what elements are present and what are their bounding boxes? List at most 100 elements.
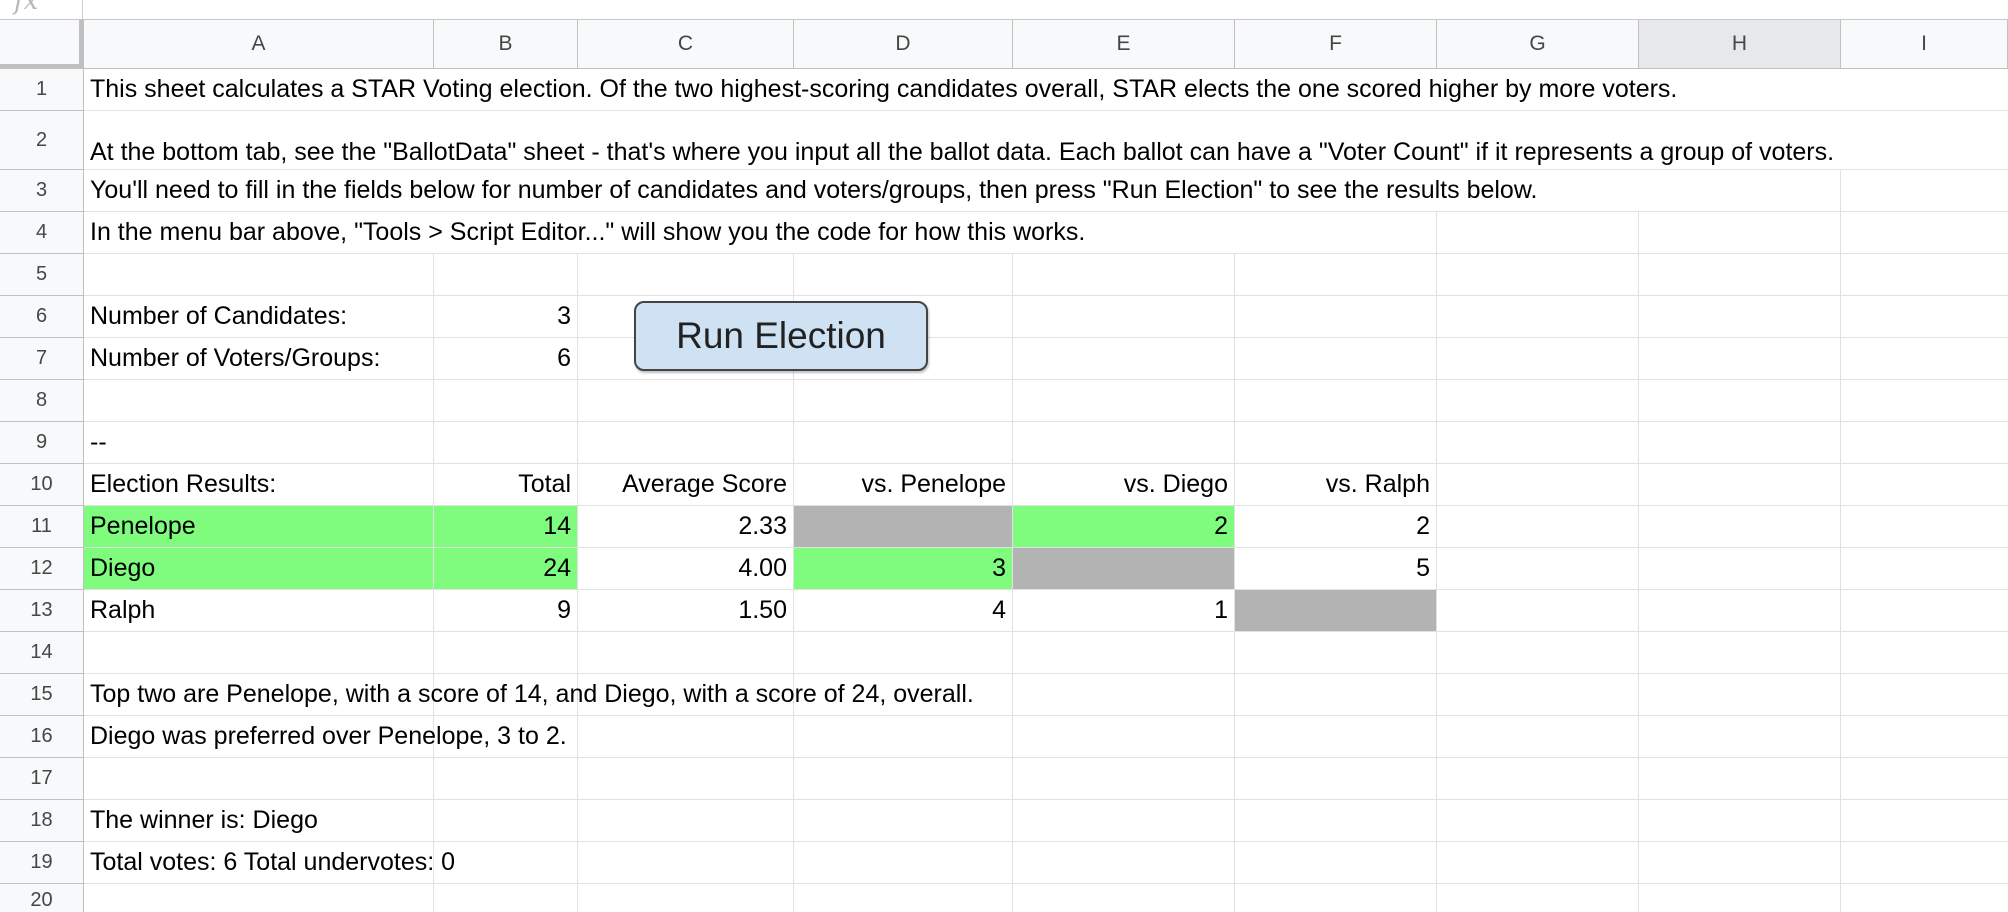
empty-cell[interactable] [1639, 716, 1841, 758]
results-header-vs-ralph[interactable]: vs. Ralph [1235, 464, 1437, 506]
empty-cell[interactable] [578, 254, 794, 296]
empty-cell[interactable] [1639, 674, 1841, 716]
row-header-3[interactable]: 3 [0, 170, 84, 212]
row-header-6[interactable]: 6 [0, 296, 84, 338]
empty-cell[interactable] [1639, 296, 1841, 338]
results-header-label[interactable]: Election Results: [84, 464, 434, 506]
empty-cell[interactable] [84, 884, 434, 912]
candidates-count-cell[interactable]: 3 [434, 296, 578, 338]
result-diego-vs-penelope[interactable]: 3 [794, 548, 1013, 590]
column-header-a[interactable]: A [84, 20, 434, 69]
cell-f4[interactable] [1235, 212, 1437, 254]
empty-cell[interactable] [1437, 506, 1639, 548]
empty-cell[interactable] [1841, 422, 2008, 464]
empty-cell[interactable] [1841, 338, 2008, 380]
column-header-e[interactable]: E [1013, 20, 1235, 69]
results-header-vs-diego[interactable]: vs. Diego [1013, 464, 1235, 506]
result-total-penelope[interactable]: 14 [434, 506, 578, 548]
empty-cell[interactable] [84, 758, 434, 800]
row-header-18[interactable]: 18 [0, 800, 84, 842]
empty-cell[interactable] [1639, 884, 1841, 912]
row-header-11[interactable]: 11 [0, 506, 84, 548]
empty-cell[interactable] [794, 800, 1013, 842]
summary-top-two[interactable]: Top two are Penelope, with a score of 14… [84, 674, 1235, 716]
result-average-ralph[interactable]: 1.50 [578, 590, 794, 632]
empty-cell[interactable] [1235, 842, 1437, 884]
cell-a2[interactable]: At the bottom tab, see the "BallotData" … [84, 111, 2008, 170]
row-header-15[interactable]: 15 [0, 674, 84, 716]
empty-cell[interactable] [794, 842, 1013, 884]
empty-cell[interactable] [1841, 716, 2008, 758]
empty-cell[interactable] [1235, 632, 1437, 674]
cell-a4[interactable]: In the menu bar above, "Tools > Script E… [84, 212, 1235, 254]
row-header-4[interactable]: 4 [0, 212, 84, 254]
summary-winner[interactable]: The winner is: Diego [84, 800, 434, 842]
empty-cell[interactable] [794, 380, 1013, 422]
results-header-average[interactable]: Average Score [578, 464, 794, 506]
empty-cell[interactable] [1235, 716, 1437, 758]
column-header-h[interactable]: H [1639, 20, 1841, 69]
empty-cell[interactable] [578, 758, 794, 800]
cell-i3[interactable] [1841, 170, 2008, 212]
empty-cell[interactable] [1013, 380, 1235, 422]
cell-h3[interactable] [1639, 170, 1841, 212]
separator-cell[interactable]: -- [84, 422, 434, 464]
result-average-diego[interactable]: 4.00 [578, 548, 794, 590]
empty-cell[interactable] [1235, 800, 1437, 842]
result-diego-vs-ralph[interactable]: 5 [1235, 548, 1437, 590]
empty-cell[interactable] [1013, 254, 1235, 296]
empty-cell[interactable] [1235, 296, 1437, 338]
empty-cell[interactable] [578, 800, 794, 842]
result-total-diego[interactable]: 24 [434, 548, 578, 590]
empty-cell[interactable] [1639, 800, 1841, 842]
empty-cell[interactable] [1235, 884, 1437, 912]
cell-h4[interactable] [1639, 212, 1841, 254]
empty-cell[interactable] [1841, 884, 2008, 912]
voters-count-cell[interactable]: 6 [434, 338, 578, 380]
empty-cell[interactable] [1437, 338, 1639, 380]
result-name-penelope[interactable]: Penelope [84, 506, 434, 548]
cell-i4[interactable] [1841, 212, 2008, 254]
column-header-c[interactable]: C [578, 20, 794, 69]
candidates-label[interactable]: Number of Candidates: [84, 296, 434, 338]
row-header-19[interactable]: 19 [0, 842, 84, 884]
empty-cell[interactable] [1235, 758, 1437, 800]
empty-cell[interactable] [1639, 422, 1841, 464]
result-total-ralph[interactable]: 9 [434, 590, 578, 632]
result-diego-vs-diego[interactable] [1013, 548, 1235, 590]
empty-cell[interactable] [1841, 296, 2008, 338]
empty-cell[interactable] [1639, 548, 1841, 590]
empty-cell[interactable] [1437, 380, 1639, 422]
results-header-vs-penelope[interactable]: vs. Penelope [794, 464, 1013, 506]
empty-cell[interactable] [1235, 674, 1437, 716]
empty-cell[interactable] [434, 884, 578, 912]
empty-cell[interactable] [1639, 632, 1841, 674]
result-ralph-vs-ralph[interactable] [1235, 590, 1437, 632]
empty-cell[interactable] [434, 800, 578, 842]
empty-cell[interactable] [1841, 842, 2008, 884]
empty-cell[interactable] [434, 422, 578, 464]
empty-cell[interactable] [1841, 380, 2008, 422]
empty-cell[interactable] [1235, 254, 1437, 296]
empty-cell[interactable] [1437, 254, 1639, 296]
result-penelope-vs-penelope[interactable] [794, 506, 1013, 548]
row-header-1[interactable]: 1 [0, 69, 84, 111]
select-all-corner[interactable] [0, 20, 84, 69]
summary-totals[interactable]: Total votes: 6 Total undervotes: 0 [84, 842, 578, 884]
row-header-5[interactable]: 5 [0, 254, 84, 296]
empty-cell[interactable] [1013, 296, 1235, 338]
empty-cell[interactable] [1841, 632, 2008, 674]
empty-cell[interactable] [1639, 380, 1841, 422]
empty-cell[interactable] [794, 758, 1013, 800]
empty-cell[interactable] [1437, 632, 1639, 674]
cell-i1[interactable] [1837, 69, 2008, 111]
empty-cell[interactable] [434, 632, 578, 674]
result-name-ralph[interactable]: Ralph [84, 590, 434, 632]
row-header-16[interactable]: 16 [0, 716, 84, 758]
cell-g4[interactable] [1437, 212, 1639, 254]
empty-cell[interactable] [578, 632, 794, 674]
row-header-20[interactable]: 20 [0, 884, 84, 912]
empty-cell[interactable] [1013, 884, 1235, 912]
empty-cell[interactable] [1639, 338, 1841, 380]
empty-cell[interactable] [578, 884, 794, 912]
